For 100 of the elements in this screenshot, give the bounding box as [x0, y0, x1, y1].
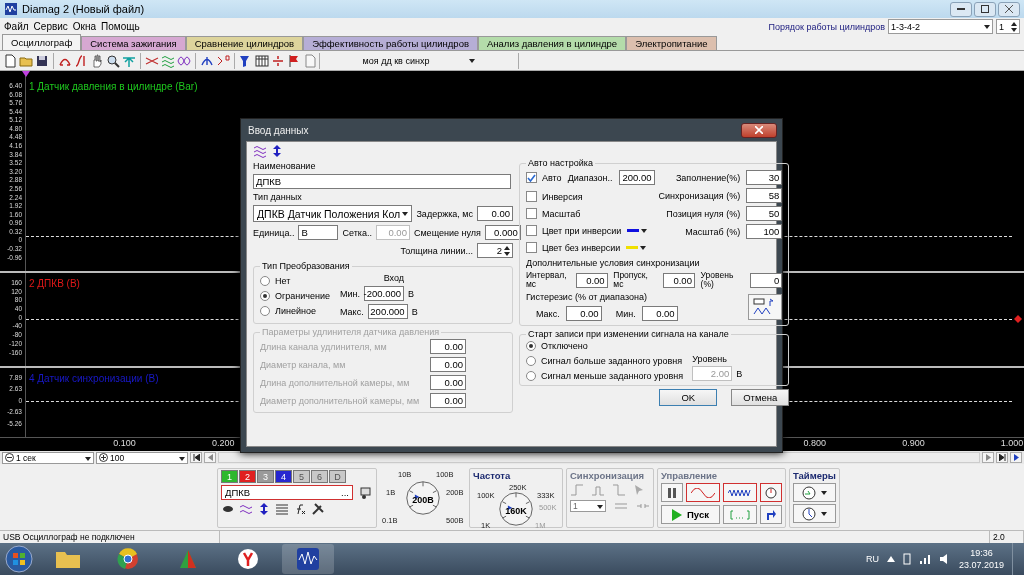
- spin-box[interactable]: 1: [996, 19, 1020, 34]
- close-button[interactable]: [998, 1, 1020, 17]
- channel-button[interactable]: 4: [275, 470, 292, 483]
- checkbox[interactable]: Масштаб: [526, 208, 581, 219]
- input-field[interactable]: 0.00: [565, 306, 602, 321]
- new-file-icon[interactable]: [3, 53, 17, 68]
- input-field[interactable]: 200.000: [367, 304, 408, 319]
- checkbox[interactable]: Цвет при инверсии: [526, 225, 622, 236]
- maximize-button[interactable]: [974, 1, 996, 17]
- channel-button[interactable]: 5: [293, 470, 310, 483]
- sensor-icon[interactable]: [359, 485, 373, 500]
- network-icon[interactable]: [918, 553, 931, 565]
- knob[interactable]: [498, 491, 534, 527]
- knob[interactable]: [405, 480, 441, 516]
- last-button[interactable]: [996, 452, 1008, 463]
- name-field[interactable]: ДПКВ: [253, 174, 511, 189]
- zoom-icon[interactable]: [106, 53, 120, 68]
- menu-item[interactable]: Сервис: [33, 21, 68, 32]
- channel-button[interactable]: 2: [239, 470, 256, 483]
- menu-item[interactable]: Окна: [72, 21, 97, 32]
- checkbox[interactable]: Инверсия: [526, 191, 583, 202]
- tab[interactable]: Электропитание: [626, 36, 717, 50]
- tray-arrow-icon[interactable]: [886, 556, 895, 562]
- flag-icon[interactable]: [287, 53, 301, 68]
- input-field[interactable]: 50: [746, 206, 783, 221]
- radio-option[interactable]: Линейное: [260, 306, 330, 316]
- zoom-dropdown[interactable]: 100: [96, 451, 188, 464]
- cancel-button[interactable]: Отмена: [731, 389, 790, 406]
- input-field[interactable]: 0.00: [477, 206, 513, 221]
- first-button[interactable]: [190, 452, 202, 463]
- save-icon[interactable]: [35, 53, 49, 68]
- dropdown-arrow-icon: [402, 211, 409, 216]
- timer-button[interactable]: [793, 483, 836, 502]
- minimize-button[interactable]: [950, 1, 972, 17]
- input-field[interactable]: 0.00: [662, 272, 695, 288]
- checkbox[interactable]: Цвет без инверсии: [526, 242, 621, 253]
- tab[interactable]: Сравнение цилиндров: [185, 36, 304, 50]
- auto-start-button[interactable]: [760, 505, 782, 524]
- input-field[interactable]: 100: [746, 224, 783, 239]
- radio-option[interactable]: Ограничение: [260, 291, 330, 301]
- input-field[interactable]: 0.00: [575, 272, 608, 288]
- color-picker[interactable]: [626, 245, 647, 250]
- language-indicator[interactable]: RU: [865, 554, 879, 564]
- spin-box[interactable]: 2: [477, 243, 513, 258]
- scrollbar[interactable]: [218, 452, 980, 463]
- zero-marker-icon[interactable]: [216, 53, 230, 68]
- noise-button[interactable]: [723, 483, 757, 502]
- hand-icon[interactable]: [90, 53, 104, 68]
- tools-icon[interactable]: [311, 502, 325, 516]
- start-button[interactable]: [4, 544, 34, 574]
- radio-option[interactable]: Сигнал меньше заданного уровня: [526, 371, 684, 381]
- timer-button[interactable]: [793, 504, 836, 523]
- input-field[interactable]: -200.000: [364, 286, 404, 301]
- tab[interactable]: Анализ давления в цилиндре: [478, 36, 627, 50]
- input-field[interactable]: 0.00: [641, 306, 678, 321]
- close-button[interactable]: [741, 122, 777, 138]
- tab[interactable]: Осциллограф: [2, 34, 82, 50]
- channel-button[interactable]: D: [329, 470, 346, 483]
- taskbar-icon[interactable]: [282, 544, 334, 574]
- play-button[interactable]: [1010, 452, 1022, 463]
- table-icon[interactable]: [255, 53, 269, 68]
- input-field[interactable]: 30: [746, 170, 783, 185]
- dropdown[interactable]: 1-3-4-2: [888, 19, 993, 34]
- divide-icon[interactable]: [271, 53, 285, 68]
- menu-item[interactable]: Файл: [4, 21, 29, 32]
- menu-item[interactable]: Помощь: [101, 21, 140, 32]
- input-field[interactable]: 58: [746, 188, 783, 203]
- time-dropdown[interactable]: 1 сек: [2, 451, 94, 464]
- curve-arrows-icon[interactable]: [74, 53, 88, 68]
- sine-waves-icon[interactable]: [177, 53, 191, 68]
- checkbox[interactable]: Авто: [526, 172, 562, 183]
- input-field[interactable]: 200.00: [618, 170, 655, 185]
- dropdown-arrow-icon: [85, 456, 91, 461]
- input-field[interactable]: 0: [750, 272, 783, 288]
- radio-option[interactable]: Сигнал больше заданного уровня: [526, 356, 684, 366]
- color-picker[interactable]: [627, 228, 648, 233]
- ok-button[interactable]: OK: [659, 389, 718, 406]
- channel-name-field[interactable]: ДПКВ ...: [221, 485, 353, 500]
- auto-timer-button[interactable]: [760, 483, 782, 502]
- waves-icon[interactable]: [239, 502, 253, 516]
- apply-sync-button[interactable]: [748, 293, 783, 320]
- spin-arrows-icon[interactable]: [1011, 21, 1017, 32]
- field-label: Уровень (%): [700, 271, 735, 289]
- tab[interactable]: Система зажигания: [81, 36, 186, 50]
- radio-option[interactable]: Нет: [260, 276, 330, 286]
- input-field[interactable]: 0.000: [484, 225, 521, 240]
- preset-dropdown[interactable]: моя дд кв синхр: [319, 52, 519, 69]
- tab[interactable]: Эффективность работы цилиндров: [303, 36, 478, 50]
- field-label: Мин.: [340, 288, 360, 299]
- clock[interactable]: 19:36 23.07.2019: [958, 548, 1004, 570]
- type-dropdown[interactable]: ДПКВ Датчик Положения Кол: [253, 205, 413, 222]
- pause-button[interactable]: [661, 483, 683, 502]
- battery-icon[interactable]: [902, 553, 911, 565]
- input-field[interactable]: В: [298, 225, 339, 240]
- radio-option[interactable]: Отключено: [526, 341, 684, 351]
- group-title: Частота: [473, 470, 512, 481]
- sine-button[interactable]: [686, 483, 720, 502]
- channel-button[interactable]: 6: [311, 470, 328, 483]
- spin-arrows-icon[interactable]: [504, 245, 510, 256]
- waves-icon[interactable]: [253, 144, 267, 158]
